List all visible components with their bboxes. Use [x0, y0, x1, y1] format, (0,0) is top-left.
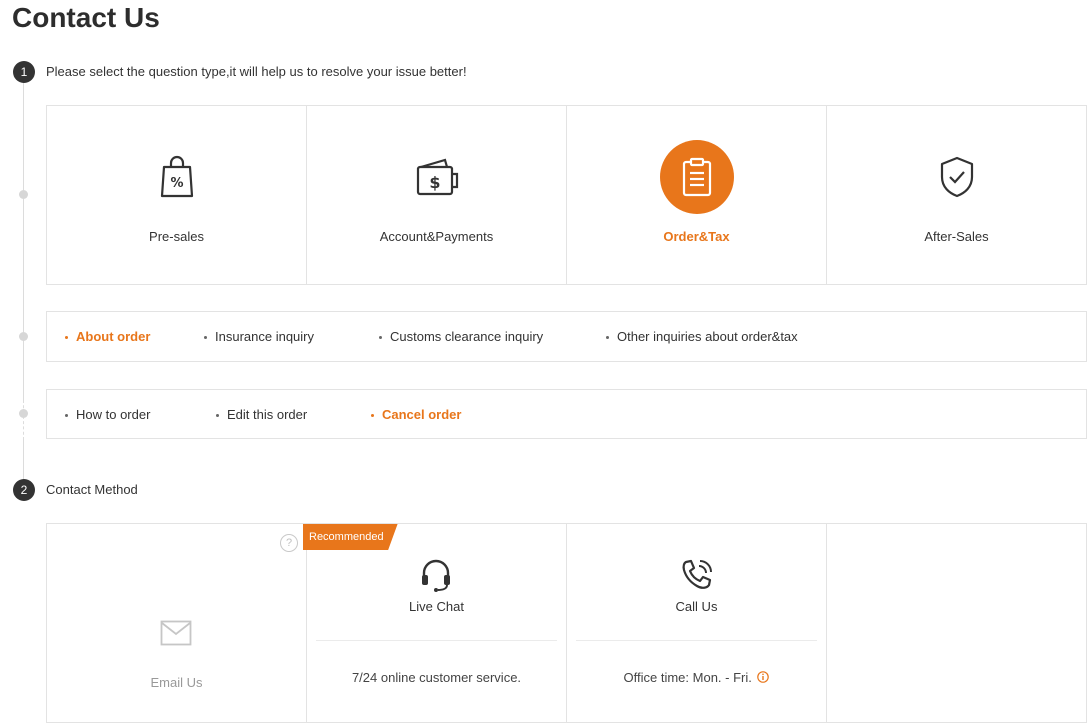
question-type-label: Account&Payments	[379, 229, 494, 244]
contact-method-email[interactable]: ? Email Us	[47, 524, 307, 722]
timeline-dot	[19, 190, 28, 199]
contact-method-call[interactable]: Call Us Office time: Mon. - Fri.	[567, 524, 827, 722]
recommended-badge: Recommended	[303, 524, 398, 550]
question-type-label: Pre-sales	[149, 229, 204, 244]
envelope-icon	[160, 620, 192, 651]
step-number: 1	[13, 61, 35, 83]
contact-method-description: 7/24 online customer service.	[351, 670, 522, 685]
divider	[316, 640, 557, 641]
shield-check-icon	[920, 140, 994, 214]
question-type-label: After-Sales	[924, 229, 989, 244]
topic-insurance-inquiry[interactable]: Insurance inquiry	[204, 329, 379, 344]
wallet-icon: $	[400, 140, 474, 214]
timeline-dot	[19, 332, 28, 341]
step-label: Please select the question type,it will …	[46, 64, 467, 79]
page-title: Contact Us	[12, 2, 160, 33]
question-type-selector: % Pre-sales $ Account&Payments Order&Tax…	[46, 105, 1087, 285]
phone-icon	[680, 558, 714, 597]
office-time-text: Office time: Mon. - Fri.	[623, 670, 752, 685]
timeline-line-dashed	[23, 400, 24, 440]
help-icon[interactable]: ?	[280, 534, 298, 552]
topic-customs-clearance-inquiry[interactable]: Customs clearance inquiry	[379, 329, 606, 344]
question-type-after-sales[interactable]: After-Sales	[827, 106, 1086, 284]
topic-other-inquiries[interactable]: Other inquiries about order&tax	[606, 329, 798, 344]
clipboard-icon	[659, 140, 734, 214]
timeline-dot	[19, 409, 28, 418]
step-label: Contact Method	[46, 482, 138, 497]
step-number: 2	[13, 479, 35, 501]
svg-text:$: $	[429, 173, 440, 192]
contact-method-live-chat[interactable]: Recommended Live Chat 7/24 online custom…	[303, 524, 567, 722]
question-type-pre-sales[interactable]: % Pre-sales	[47, 106, 307, 284]
info-icon[interactable]	[757, 671, 770, 683]
question-type-label: Order&Tax	[663, 229, 730, 244]
contact-method-label: Email Us	[150, 675, 203, 690]
question-type-account-payments[interactable]: $ Account&Payments	[307, 106, 567, 284]
topic-about-order[interactable]: About order	[65, 329, 204, 344]
shopping-bag-percent-icon: %	[140, 140, 214, 214]
question-type-order-tax[interactable]: Order&Tax	[567, 106, 827, 284]
contact-method-description: Office time: Mon. - Fri.	[567, 670, 826, 685]
order-tax-topic-list: About order Insurance inquiry Customs cl…	[46, 311, 1087, 362]
topic-edit-this-order[interactable]: Edit this order	[216, 407, 371, 422]
contact-method-label: Call Us	[675, 599, 718, 614]
topic-cancel-order[interactable]: Cancel order	[371, 407, 461, 422]
timeline-line	[23, 440, 24, 480]
about-order-topic-list: How to order Edit this order Cancel orde…	[46, 389, 1087, 439]
contact-method-selector: ? Email Us Recommended Live Chat 7/24 on…	[46, 523, 1087, 723]
timeline-line	[23, 82, 24, 400]
headset-icon	[419, 558, 453, 597]
svg-text:%: %	[170, 176, 183, 191]
topic-how-to-order[interactable]: How to order	[65, 407, 216, 422]
contact-method-empty	[827, 524, 1086, 722]
contact-method-label: Live Chat	[409, 599, 464, 614]
divider	[576, 640, 817, 641]
